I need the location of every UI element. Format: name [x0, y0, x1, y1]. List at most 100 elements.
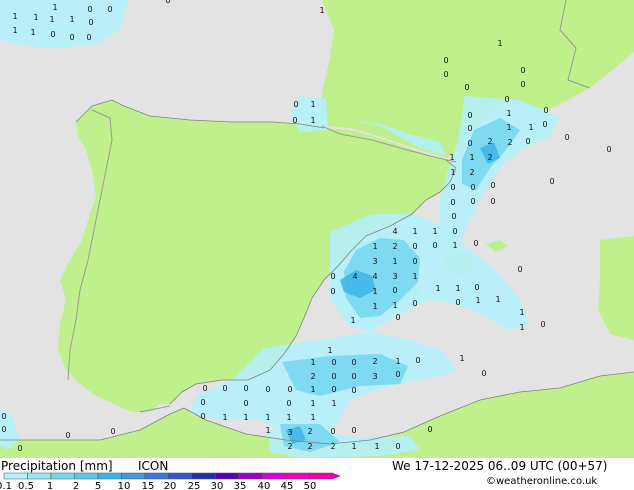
precip-value-label: 0: [481, 369, 486, 378]
precip-value-label: 0: [504, 95, 509, 104]
valid-datetime: We 17-12-2025 06..09 UTC (00+57): [392, 459, 608, 473]
precip-value-label: 0: [606, 145, 611, 154]
precip-value-label: 1: [310, 100, 315, 109]
precip-value-label: 2: [287, 442, 292, 451]
precip-value-label: 0: [287, 385, 292, 394]
precip-value-label: 1: [392, 301, 397, 310]
precip-value-label: 1: [331, 399, 336, 408]
scale-swatch: [74, 472, 99, 480]
precip-value-label: 1: [412, 272, 417, 281]
scale-swatch: [262, 472, 287, 480]
precip-value-label: 0: [467, 124, 472, 133]
precip-value-label: 1: [30, 28, 35, 37]
scale-arrow: [333, 473, 340, 479]
precip-value-label: 1: [506, 123, 511, 132]
precip-value-label: 1: [286, 413, 291, 422]
precip-value-label: 0: [88, 18, 93, 27]
scale-swatch: [168, 472, 193, 480]
map-footer: Precipitation [mm] ICON We 17-12-2025 06…: [0, 458, 634, 490]
precip-value-label: 1: [435, 284, 440, 293]
precip-value-label: 1: [49, 15, 54, 24]
precip-value-label: 0: [525, 137, 530, 146]
precip-value-label: 1: [310, 413, 315, 422]
precip-value-label: 1: [372, 287, 377, 296]
precip-value-label: 1: [519, 323, 524, 332]
precip-value-label: 1: [319, 6, 324, 15]
precip-value-label: 2: [487, 153, 492, 162]
precip-value-label: 1: [310, 358, 315, 367]
precip-value-label: 0: [443, 70, 448, 79]
precip-value-label: 1: [392, 257, 397, 266]
precip-value-label: 4: [392, 227, 397, 236]
precip-value-label: 0: [412, 299, 417, 308]
scale-label: 20: [164, 481, 177, 490]
precip-value-label: 0: [331, 385, 336, 394]
precip-value-label: 1: [432, 227, 437, 236]
scale-swatch: [191, 472, 216, 480]
credit-link[interactable]: ©weatheronline.co.uk: [486, 476, 597, 487]
precip-value-label: 1: [459, 354, 464, 363]
precip-value-label: 2: [310, 372, 315, 381]
precip-value-label: 0: [450, 198, 455, 207]
scale-label: 40: [258, 481, 271, 490]
precip-value-label: 1: [497, 39, 502, 48]
scale-label: 45: [281, 481, 294, 490]
precip-value-label: 0: [87, 5, 92, 14]
precip-value-label: 0: [412, 257, 417, 266]
precip-value-label: 0: [286, 399, 291, 408]
scale-label: 30: [211, 481, 224, 490]
precip-value-label: 4: [352, 272, 357, 281]
precip-value-label: 2: [507, 138, 512, 147]
precip-value-label: 0: [351, 372, 356, 381]
precip-value-label: 0: [543, 106, 548, 115]
color-scale: 0.10.5125101520253035404550: [0, 472, 340, 490]
precip-value-label: 0: [450, 183, 455, 192]
precip-value-label: 0: [243, 384, 248, 393]
precip-value-label: 2: [372, 357, 377, 366]
precip-value-label: 0: [292, 116, 297, 125]
precip-value-label: 0: [330, 272, 335, 281]
precip-value-label: 1: [69, 15, 74, 24]
precip-value-label: 0: [1, 412, 6, 421]
precip-value-label: 0: [392, 286, 397, 295]
precip-value-label: 1: [243, 413, 248, 422]
scale-swatch: [97, 472, 122, 480]
precip-value-label: 1: [455, 284, 460, 293]
precip-value-label: 0: [474, 283, 479, 292]
precip-value-label: 2: [307, 442, 312, 451]
scale-label: 0.5: [18, 481, 34, 490]
precip-value-label: 1: [452, 241, 457, 250]
precip-value-label: 0: [395, 442, 400, 451]
precip-value-label: 0: [351, 426, 356, 435]
precip-value-label: 0: [490, 181, 495, 190]
precip-value-label: 2: [330, 442, 335, 451]
precip-value-label: 0: [412, 242, 417, 251]
precip-value-label: 0: [564, 133, 569, 142]
scale-swatch: [121, 472, 146, 480]
precip-value-label: 0: [432, 241, 437, 250]
precip-value-label: 0: [351, 358, 356, 367]
precip-value-label: 1: [469, 153, 474, 162]
precip-value-label: 0: [1, 425, 6, 434]
precip-value-label: 0: [17, 444, 22, 453]
precip-value-label: 1: [327, 346, 332, 355]
precip-value-label: 0: [107, 5, 112, 14]
scale-label: 2: [73, 481, 79, 490]
precip-value-label: 1: [310, 116, 315, 125]
precip-value-label: 0: [330, 427, 335, 436]
precip-value-label: 1: [310, 399, 315, 408]
precip-value-label: 1: [351, 442, 356, 451]
precip-value-label: 2: [487, 137, 492, 146]
precip-value-label: 1: [12, 12, 17, 21]
scale-swatch: [285, 472, 310, 480]
precip-value-label: 1: [450, 168, 455, 177]
precip-value-label: 0: [455, 298, 460, 307]
precip-value-label: 1: [374, 442, 379, 451]
precip-value-label: 1: [449, 153, 454, 162]
precip-value-label: 0: [452, 227, 457, 236]
precip-value-label: 1: [475, 296, 480, 305]
scale-label: 25: [188, 481, 201, 490]
precip-value-label: 0: [331, 358, 336, 367]
scale-label: 0.1: [0, 481, 12, 490]
map-title: Precipitation [mm]: [1, 459, 113, 473]
